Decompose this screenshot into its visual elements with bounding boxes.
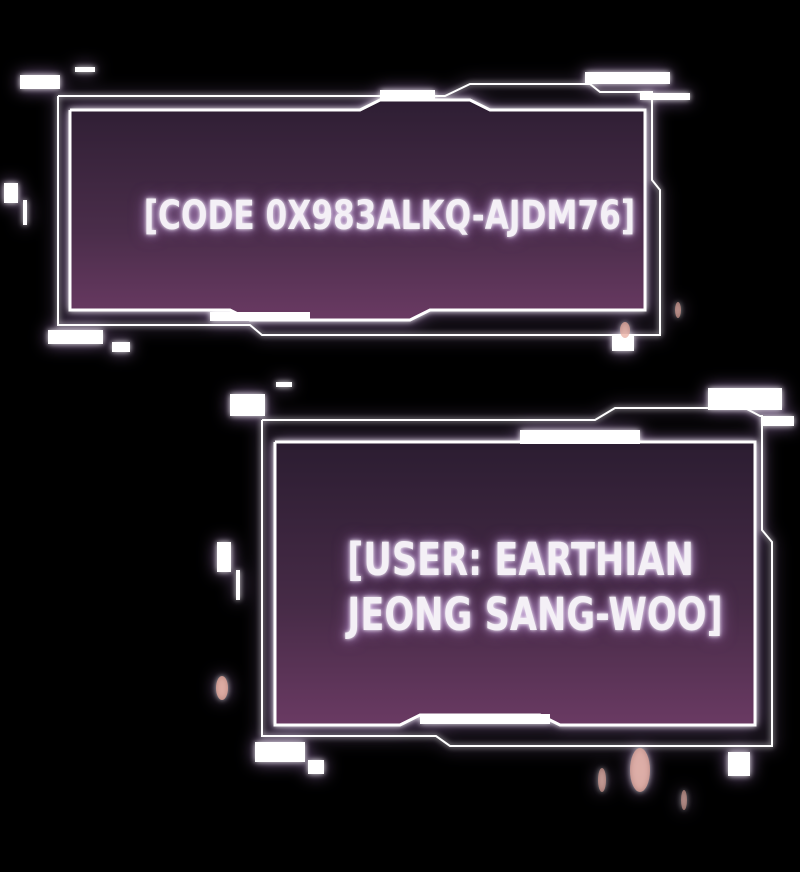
- accent-block: [762, 416, 794, 426]
- user-line-2: JEONG SANG-WOO]: [347, 588, 723, 641]
- accent-block: [520, 430, 640, 444]
- ember-speck: [620, 322, 630, 338]
- user-line-1: [USER: EARTHIAN: [347, 533, 694, 586]
- user-text: [USER: EARTHIAN JEONG SANG-WOO]: [347, 532, 723, 642]
- accent-block: [308, 760, 324, 774]
- accent-block: [612, 335, 634, 351]
- ember-speck: [216, 676, 228, 700]
- system-message-panel-user: [USER: EARTHIAN JEONG SANG-WOO]: [0, 370, 800, 872]
- system-message-panel-code: [CODE 0X983ALKQ-AJDM76]: [0, 0, 800, 380]
- accent-block: [420, 714, 550, 724]
- accent-block: [210, 312, 310, 321]
- accent-block: [708, 388, 782, 410]
- accent-block: [48, 330, 103, 344]
- accent-block: [585, 72, 670, 84]
- accent-block: [230, 394, 265, 416]
- accent-block: [217, 542, 231, 572]
- ember-speck: [630, 748, 650, 792]
- panel-frame: [4, 67, 690, 352]
- accent-block: [276, 382, 292, 387]
- code-line: [CODE 0X983ALKQ-AJDM76]: [143, 193, 636, 239]
- accent-block: [20, 75, 60, 89]
- accent-block: [75, 67, 95, 72]
- accent-block: [255, 742, 305, 762]
- accent-block: [728, 752, 750, 776]
- accent-block: [23, 200, 27, 225]
- ember-speck: [675, 302, 681, 318]
- accent-block: [112, 342, 130, 352]
- accent-block: [236, 570, 240, 600]
- accent-block: [4, 183, 18, 203]
- accent-block: [380, 90, 435, 100]
- ember-speck: [681, 790, 687, 810]
- ember-speck: [598, 768, 606, 792]
- code-text: [CODE 0X983ALKQ-AJDM76]: [144, 193, 635, 239]
- accent-block: [640, 93, 690, 100]
